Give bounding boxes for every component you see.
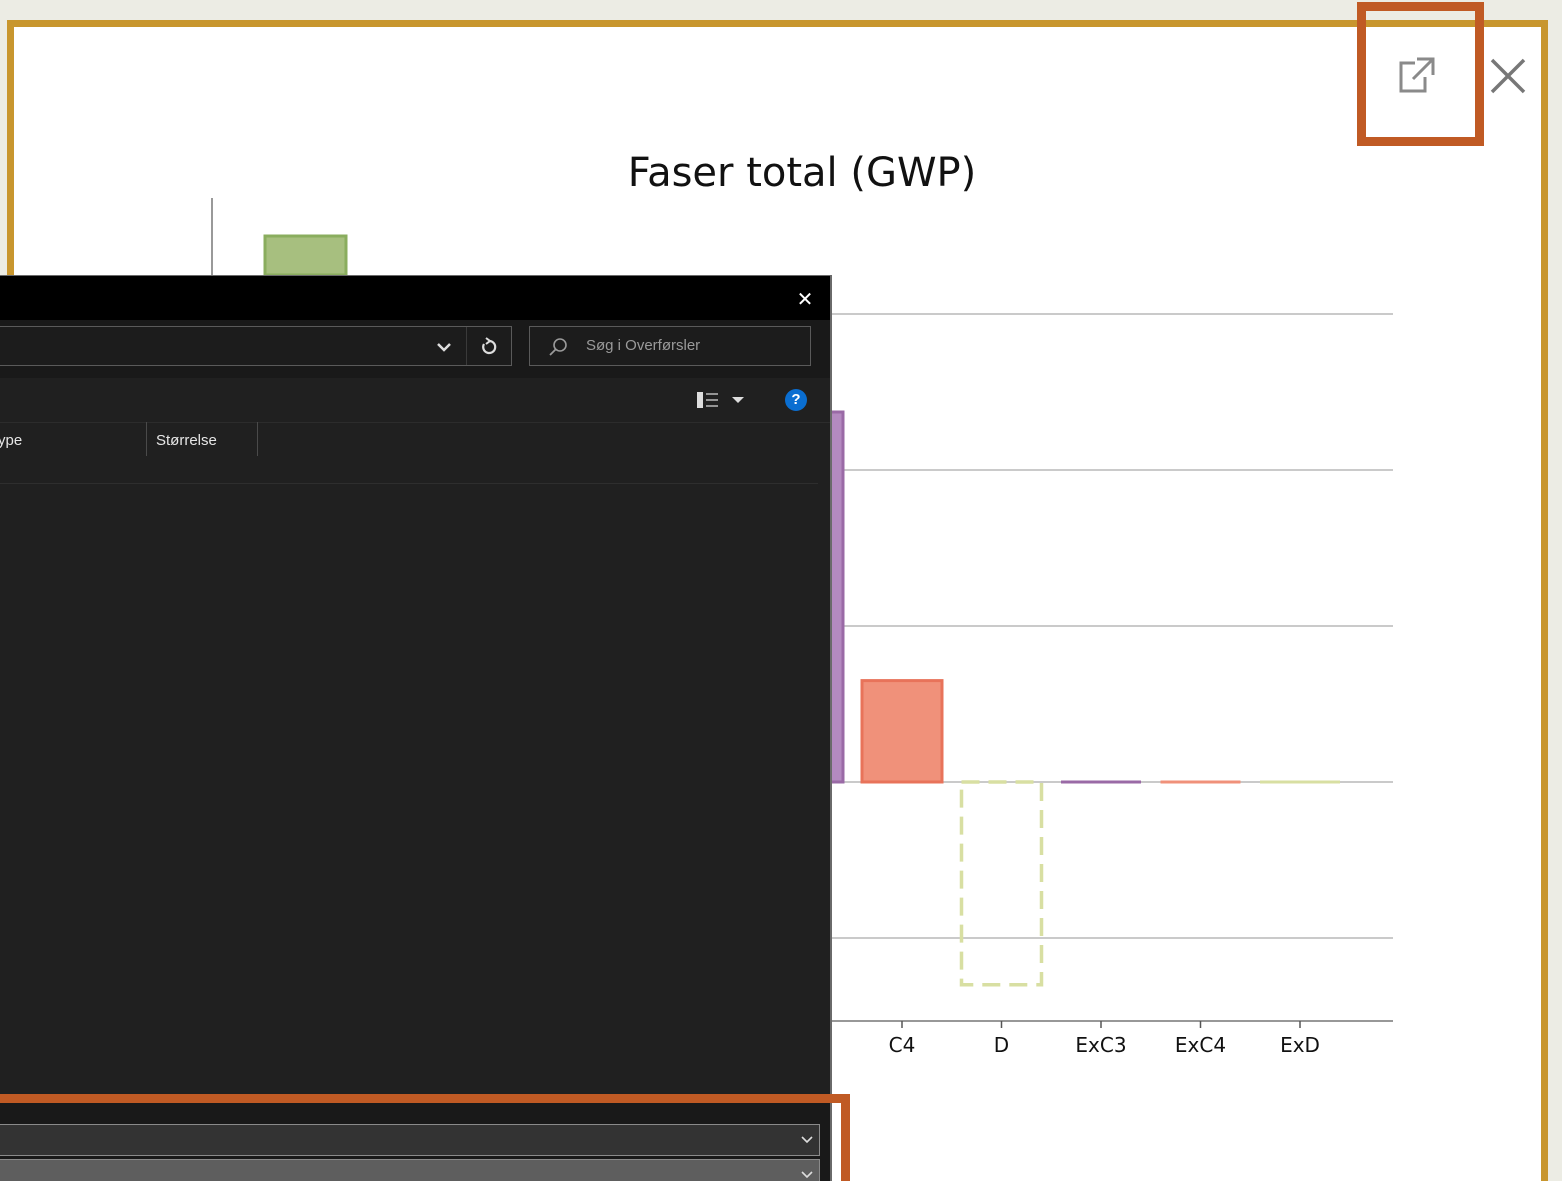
column-size[interactable]: Størrelse <box>156 432 217 449</box>
chevron-down-icon[interactable] <box>799 1131 815 1147</box>
search-placeholder: Søg i Overførsler <box>586 337 701 354</box>
filename-field[interactable] <box>0 1124 820 1156</box>
column-divider[interactable] <box>257 422 258 456</box>
filetype-select[interactable] <box>0 1159 820 1181</box>
view-options-icon[interactable] <box>694 388 746 412</box>
x-tick-label: ExC3 <box>1075 1033 1126 1057</box>
dialog-toolbar: Søg i Overførsler <box>0 320 830 378</box>
dialog-close-button[interactable]: ✕ <box>790 284 820 314</box>
x-tick-label: ExC4 <box>1175 1033 1226 1057</box>
bar-d <box>959 780 1044 987</box>
search-input[interactable]: Søg i Overførsler <box>529 326 811 366</box>
bar-exc4 <box>1160 780 1241 784</box>
command-bar: ? <box>0 378 830 423</box>
save-dialog[interactable]: ✕ Søg i Overførsler ? ype Størrelse <box>0 275 832 1181</box>
column-type[interactable]: ype <box>0 432 22 449</box>
search-icon <box>549 338 567 356</box>
popout-icon[interactable] <box>1392 52 1440 100</box>
x-tick-label: C4 <box>889 1033 916 1057</box>
dialog-footer <box>0 1096 830 1181</box>
refresh-button[interactable] <box>466 327 511 365</box>
address-bar[interactable] <box>0 326 512 366</box>
column-divider[interactable] <box>146 422 147 456</box>
dialog-titlebar: ✕ <box>0 276 830 320</box>
x-tick-label: ExD <box>1280 1033 1320 1057</box>
chart-title: Faser total (GWP) <box>628 150 977 196</box>
column-header: ype Størrelse <box>0 422 830 458</box>
list-divider <box>0 483 818 484</box>
x-tick-label: D <box>994 1033 1009 1057</box>
close-icon[interactable] <box>1484 52 1532 100</box>
chevron-down-icon[interactable] <box>799 1166 815 1181</box>
refresh-icon <box>482 337 497 355</box>
bar-exc3 <box>1061 780 1141 784</box>
bar-exd <box>1260 780 1340 784</box>
chevron-down-icon[interactable] <box>432 335 456 359</box>
bar-partial-green <box>263 234 348 277</box>
help-icon[interactable]: ? <box>785 389 807 411</box>
bar-c4 <box>860 679 944 784</box>
